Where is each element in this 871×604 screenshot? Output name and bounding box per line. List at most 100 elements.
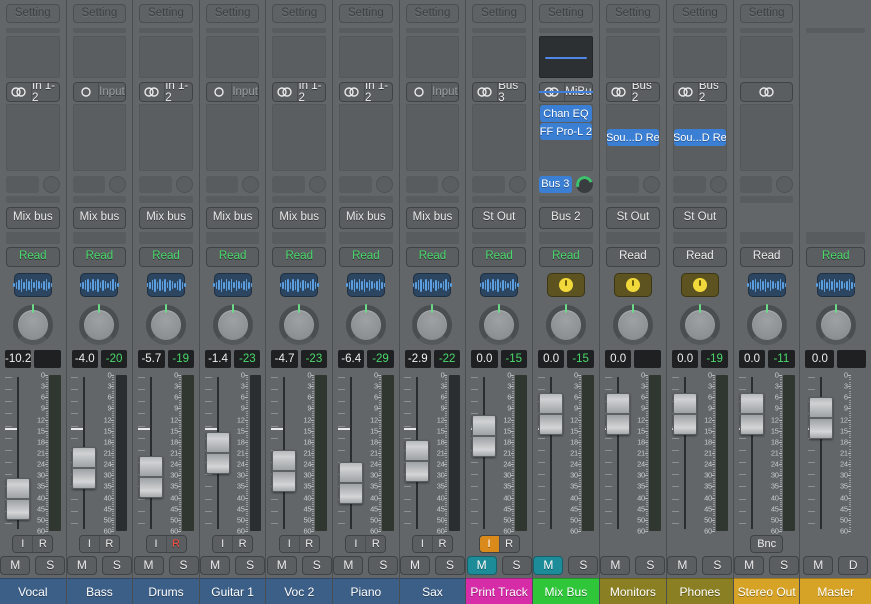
setting-button[interactable]: Setting bbox=[139, 4, 193, 23]
input-monitor-button[interactable]: I bbox=[213, 536, 232, 552]
output-select-button[interactable]: St Out bbox=[472, 207, 526, 229]
waveform-mode-icon[interactable] bbox=[480, 273, 518, 297]
peak-value[interactable]: -19 bbox=[701, 350, 728, 368]
setting-button[interactable]: Setting bbox=[740, 4, 794, 23]
pan-knob[interactable] bbox=[213, 305, 253, 345]
send-destination[interactable] bbox=[740, 176, 773, 193]
peak-value[interactable] bbox=[634, 350, 661, 368]
volume-value[interactable]: 0.0 bbox=[605, 350, 632, 368]
waveform-mode-icon[interactable] bbox=[214, 273, 252, 297]
send-level-knob[interactable] bbox=[509, 176, 526, 193]
mute-button[interactable]: M bbox=[600, 556, 630, 575]
pan-knob[interactable] bbox=[546, 305, 586, 345]
output-select-button[interactable]: Mix bus bbox=[139, 207, 193, 229]
input-monitor-button[interactable]: I bbox=[280, 536, 299, 552]
mute-button[interactable]: M bbox=[333, 556, 363, 575]
fader-handle[interactable] bbox=[809, 397, 833, 439]
volume-value[interactable]: -5.7 bbox=[138, 350, 164, 368]
automation-mode-button[interactable]: Read bbox=[139, 247, 193, 267]
peak-value[interactable]: -23 bbox=[301, 350, 327, 368]
peak-value[interactable]: -22 bbox=[434, 350, 460, 368]
mute-button[interactable]: M bbox=[467, 556, 497, 575]
mute-button[interactable]: M bbox=[533, 556, 563, 575]
send-level-knob[interactable] bbox=[109, 176, 126, 193]
volume-value[interactable]: 0.0 bbox=[739, 350, 765, 368]
group-slot[interactable] bbox=[139, 232, 193, 244]
solo-button[interactable]: S bbox=[568, 556, 598, 575]
channel-name[interactable]: Vocal bbox=[0, 578, 66, 604]
solo-button[interactable]: S bbox=[502, 556, 532, 575]
send-level-knob[interactable] bbox=[309, 176, 326, 193]
peak-value[interactable]: -20 bbox=[101, 350, 127, 368]
input-select-button[interactable]: Input bbox=[406, 82, 460, 102]
automation-mode-button[interactable]: Read bbox=[472, 247, 526, 267]
insert-slots[interactable] bbox=[406, 104, 460, 171]
volume-value[interactable]: 0.0 bbox=[805, 350, 834, 368]
automation-mode-button[interactable]: Read bbox=[339, 247, 393, 267]
setting-button[interactable]: Setting bbox=[206, 4, 260, 23]
solo-button[interactable]: S bbox=[302, 556, 332, 575]
insert-slots[interactable] bbox=[272, 104, 326, 171]
automation-mode-button[interactable]: Read bbox=[740, 247, 794, 267]
eq-thumbnail[interactable] bbox=[406, 36, 460, 78]
volume-fader[interactable] bbox=[71, 375, 97, 531]
volume-value[interactable]: 0.0 bbox=[471, 350, 497, 368]
eq-thumbnail[interactable] bbox=[740, 36, 794, 78]
send-slot-empty[interactable] bbox=[539, 196, 593, 203]
output-select-button[interactable]: St Out bbox=[606, 207, 660, 229]
solo-button[interactable]: S bbox=[169, 556, 199, 575]
automation-mode-button[interactable]: Read bbox=[406, 247, 460, 267]
insert-plugin[interactable]: FF Pro-L 2 bbox=[540, 123, 592, 140]
volume-fader[interactable] bbox=[739, 375, 765, 531]
peak-value[interactable] bbox=[837, 350, 866, 368]
output-select-button[interactable]: Mix bus bbox=[339, 207, 393, 229]
send-destination[interactable] bbox=[139, 176, 172, 193]
setting-button[interactable]: Setting bbox=[339, 4, 393, 23]
fader-handle[interactable] bbox=[139, 456, 163, 498]
channel-name[interactable]: Monitors bbox=[600, 578, 666, 604]
eq-thumbnail[interactable] bbox=[539, 36, 593, 78]
mute-button[interactable]: M bbox=[200, 556, 230, 575]
fader-handle[interactable] bbox=[539, 393, 563, 435]
pan-knob[interactable] bbox=[13, 305, 53, 345]
channel-name[interactable]: Voc 2 bbox=[266, 578, 332, 604]
volume-fader[interactable] bbox=[471, 375, 497, 531]
volume-fader[interactable] bbox=[5, 375, 31, 531]
pan-knob[interactable] bbox=[346, 305, 386, 345]
fader-handle[interactable] bbox=[673, 393, 697, 435]
pan-knob-icon[interactable] bbox=[614, 273, 652, 297]
insert-plugin[interactable]: Chan EQ bbox=[540, 105, 592, 122]
setting-button[interactable]: Setting bbox=[472, 4, 526, 23]
insert-slots[interactable]: Sou...D Re bbox=[606, 104, 660, 171]
volume-value[interactable]: -6.4 bbox=[338, 350, 364, 368]
group-slot[interactable] bbox=[472, 232, 526, 244]
input-select-button[interactable]: Bus 2 bbox=[606, 82, 660, 102]
fader-handle[interactable] bbox=[72, 447, 96, 489]
eq-thumbnail[interactable] bbox=[472, 36, 526, 78]
solo-button[interactable]: S bbox=[368, 556, 398, 575]
setting-button[interactable]: Setting bbox=[6, 4, 60, 23]
pan-knob[interactable] bbox=[680, 305, 720, 345]
insert-slots[interactable] bbox=[73, 104, 127, 171]
input-monitor-button[interactable]: I bbox=[480, 536, 499, 552]
fader-handle[interactable] bbox=[339, 462, 363, 504]
input-select-button[interactable]: Bus 3 bbox=[472, 82, 526, 102]
channel-name[interactable]: Stereo Out bbox=[734, 578, 800, 604]
volume-value[interactable]: -4.0 bbox=[72, 350, 98, 368]
peak-value[interactable] bbox=[34, 350, 60, 368]
fader-handle[interactable] bbox=[6, 478, 30, 520]
automation-mode-button[interactable]: Read bbox=[806, 247, 865, 267]
eq-thumbnail[interactable] bbox=[673, 36, 727, 78]
volume-fader[interactable] bbox=[538, 375, 564, 531]
automation-mode-button[interactable]: Read bbox=[272, 247, 326, 267]
send-destination[interactable] bbox=[606, 176, 639, 193]
input-monitor-button[interactable]: I bbox=[80, 536, 99, 552]
waveform-mode-icon[interactable] bbox=[413, 273, 451, 297]
volume-value[interactable]: 0.0 bbox=[672, 350, 699, 368]
channel-name[interactable]: Drums bbox=[133, 578, 199, 604]
mute-button[interactable]: M bbox=[803, 556, 833, 575]
send-level-knob[interactable] bbox=[576, 176, 593, 193]
setting-button[interactable]: Setting bbox=[272, 4, 326, 23]
pan-knob[interactable] bbox=[146, 305, 186, 345]
insert-slots[interactable] bbox=[206, 104, 260, 171]
